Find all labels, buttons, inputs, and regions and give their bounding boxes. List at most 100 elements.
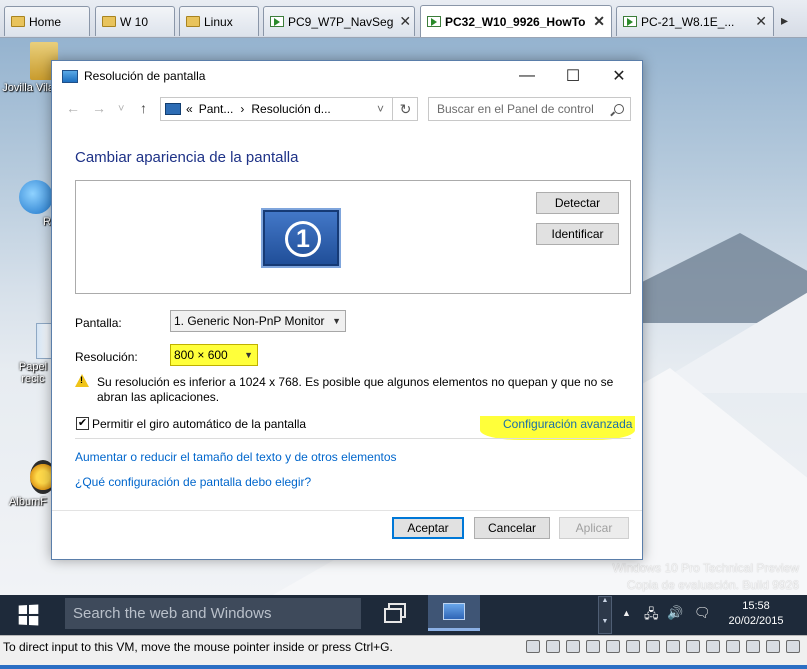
desktop-icon-album[interactable]: AlbumF — [4, 460, 56, 508]
control-panel-icon — [165, 103, 181, 115]
task-view-button[interactable] — [384, 603, 412, 625]
floppy-icon[interactable] — [566, 640, 580, 653]
close-tab-icon[interactable]: ✕ — [393, 13, 411, 30]
home-folder-icon — [11, 16, 25, 27]
vm-tab-pc21[interactable]: PC-21_W8.1E_... ✕ — [616, 6, 774, 36]
vm-running-icon — [427, 16, 441, 27]
taskbar-control-panel-button[interactable] — [428, 595, 480, 631]
usb-icon[interactable] — [606, 640, 620, 653]
minimize-button[interactable]: — — [504, 61, 550, 91]
vm-tab-w10[interactable]: W 10 — [95, 6, 175, 36]
forward-arrow-icon[interactable]: → — [92, 100, 106, 116]
divider — [75, 438, 631, 439]
vm-tab-linux[interactable]: Linux — [179, 6, 259, 36]
desktop-icon-recycle[interactable]: Papel recic — [14, 323, 58, 385]
folder-icon — [102, 16, 116, 27]
vm-tab-label: W 10 — [120, 14, 149, 29]
close-tab-icon[interactable]: ✕ — [749, 13, 767, 30]
message-icon[interactable] — [686, 640, 700, 653]
taskbar-scroll[interactable]: ▲ ▼ — [598, 596, 612, 634]
taskbar: Search the web and Windows ▲ ▼ ▲ 🖧 🔊 🗨 15… — [0, 595, 807, 635]
which-settings-link[interactable]: ¿Qué configuración de pantalla debo eleg… — [75, 475, 311, 489]
taskbar-search-placeholder: Search the web and Windows — [73, 605, 272, 622]
printer-icon[interactable] — [646, 640, 660, 653]
vm-tab-bar: Home W 10 Linux PC9_W7P_NavSeg ✕ PC32_W1… — [0, 0, 807, 38]
breadcrumb-resolution[interactable]: Resolución d... — [251, 102, 330, 116]
control-panel-search-input[interactable]: Buscar en el Panel de control — [428, 97, 631, 121]
device-icon[interactable] — [746, 640, 760, 653]
up-arrow-icon[interactable]: ↑ — [140, 100, 147, 116]
vm-tab-label: PC9_W7P_NavSeg — [288, 14, 394, 29]
device-icon[interactable] — [766, 640, 780, 653]
tray-time: 15:58 — [742, 600, 770, 612]
recent-locations-icon[interactable]: ˅ — [118, 103, 124, 115]
address-bar[interactable]: « Pant... › Resolución d... ˅ — [160, 97, 418, 121]
window-title: Resolución de pantalla — [84, 69, 206, 83]
display-select[interactable]: 1. Generic Non-PnP Monitor ▼ — [170, 310, 346, 332]
start-button[interactable] — [0, 595, 56, 635]
refresh-button[interactable]: ↻ — [392, 97, 418, 121]
auto-rotate-checkbox[interactable]: ✔ — [76, 417, 89, 430]
display-select-value: 1. Generic Non-PnP Monitor — [174, 314, 325, 328]
taskbar-search-input[interactable]: Search the web and Windows — [65, 598, 361, 629]
monitor-1-icon[interactable]: 1 — [261, 208, 341, 268]
windows-logo-icon — [18, 604, 39, 626]
back-arrow-icon[interactable]: ← — [66, 100, 80, 116]
status-message: To direct input to this VM, move the mou… — [3, 640, 393, 654]
vm-status-bar: To direct input to this VM, move the mou… — [0, 635, 807, 669]
hard-disk-icon[interactable] — [526, 640, 540, 653]
screen-resolution-window: Resolución de pantalla — ☐ ✕ ← → ˅ ↑ « P… — [51, 60, 643, 560]
close-tab-icon[interactable]: ✕ — [587, 13, 605, 30]
network-adapter-icon[interactable] — [586, 640, 600, 653]
tray-expand-icon[interactable]: ▲ — [622, 608, 631, 618]
apply-button[interactable]: Aplicar — [559, 517, 629, 539]
tray-date: 20/02/2015 — [728, 615, 784, 627]
network-icon[interactable]: 🖧 — [644, 605, 659, 627]
vm-tab-label: Home — [29, 14, 62, 29]
desktop-icon-label: R — [43, 216, 51, 228]
close-button[interactable]: ✕ — [596, 61, 642, 91]
resolution-warning: Su resolución es inferior a 1024 x 768. … — [97, 375, 614, 404]
vm-tab-label: PC-21_W8.1E_... — [641, 14, 735, 29]
breadcrumb-prefix: « — [186, 102, 193, 116]
identify-button[interactable]: Identificar — [536, 223, 619, 245]
detect-button[interactable]: Detectar — [536, 192, 619, 214]
watermark-line: Windows 10 Pro Technical Preview — [612, 561, 799, 575]
monitor-preview-area: 1 Detectar Identificar — [75, 180, 631, 294]
text-size-link[interactable]: Aumentar o reducir el tamaño del texto y… — [75, 450, 397, 464]
auto-rotate-label[interactable]: Permitir el giro automático de la pantal… — [92, 417, 306, 431]
cancel-button[interactable]: Cancelar — [474, 517, 550, 539]
desktop-icon-label: AlbumF — [9, 496, 47, 508]
display-label: Pantalla: — [75, 316, 122, 330]
vm-icon — [270, 16, 284, 27]
display-settings-icon — [62, 69, 78, 83]
vm-tab-home[interactable]: Home — [4, 6, 90, 36]
page-heading: Cambiar apariencia de la pantalla — [75, 149, 299, 166]
sound-icon[interactable] — [626, 640, 640, 653]
vm-icon — [623, 16, 637, 27]
ok-button[interactable]: Aceptar — [392, 517, 464, 539]
display-icon[interactable] — [666, 640, 680, 653]
desktop-icon-network[interactable]: R — [18, 180, 54, 228]
breadcrumb-control-panel[interactable]: Pant... — [199, 102, 234, 116]
vm-tab-pc9[interactable]: PC9_W7P_NavSeg ✕ — [263, 6, 415, 36]
notifications-icon[interactable]: 🗨 — [694, 605, 711, 621]
accent-strip — [0, 665, 807, 669]
volume-icon[interactable]: 🔊 — [667, 605, 683, 621]
vm-tab-label: PC32_W10_9926_HowTo — [445, 14, 586, 29]
chevron-down-icon: ▼ — [244, 350, 253, 360]
breadcrumb-separator-icon: › — [240, 102, 245, 116]
tab-overflow-icon[interactable]: ▸ — [781, 12, 788, 29]
device-icon[interactable] — [726, 640, 740, 653]
device-icon[interactable] — [786, 640, 800, 653]
search-placeholder: Buscar en el Panel de control — [437, 102, 594, 116]
advanced-settings-link[interactable]: Configuración avanzada — [503, 417, 632, 431]
address-dropdown-icon[interactable]: ˅ — [377, 102, 384, 116]
cd-drive-icon[interactable] — [546, 640, 560, 653]
bluetooth-icon[interactable] — [706, 640, 720, 653]
vm-tab-pc32[interactable]: PC32_W10_9926_HowTo ✕ — [420, 5, 612, 37]
resolution-select[interactable]: 800 × 600 ▼ — [170, 344, 258, 366]
tray-clock[interactable]: 15:58 20/02/2015 — [716, 599, 796, 629]
network-globe-icon — [19, 180, 53, 214]
maximize-button[interactable]: ☐ — [550, 61, 596, 91]
